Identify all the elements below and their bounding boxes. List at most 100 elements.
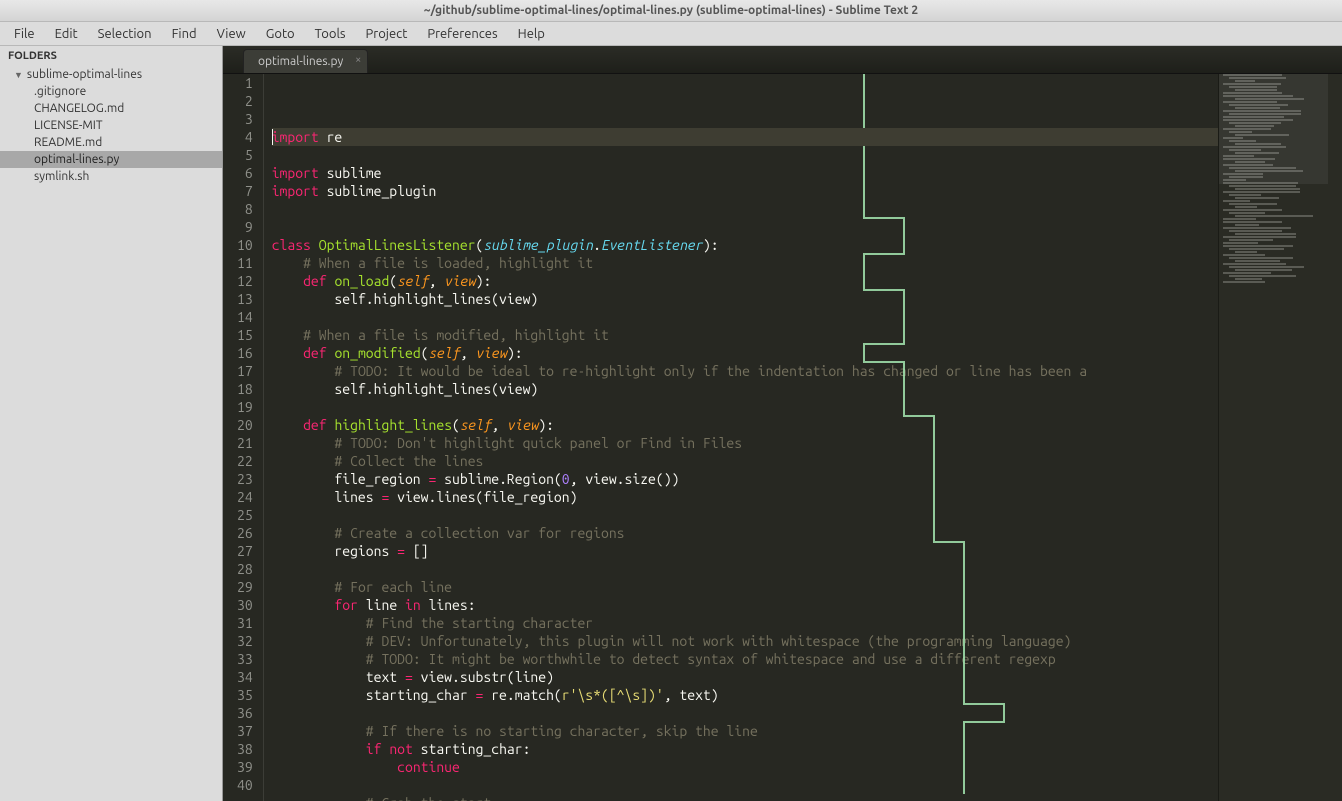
file-item[interactable]: optimal-lines.py [0,151,222,168]
file-item[interactable]: symlink.sh [0,168,222,185]
close-icon[interactable]: × [355,54,361,66]
chevron-down-icon: ▼ [14,70,23,80]
code-line[interactable]: # TODO: It might be worthwhile to detect… [272,650,1218,668]
code-line[interactable]: import sublime [272,164,1218,182]
minimap-line [1229,275,1296,277]
code-line[interactable]: import re [272,128,1218,146]
sidebar-header: FOLDERS [0,46,222,66]
code-line[interactable]: # If there is no starting character, ski… [272,722,1218,740]
vertical-scrollbar[interactable] [1328,74,1342,801]
code-line[interactable]: # TODO: Don't highlight quick panel or F… [272,434,1218,452]
menu-view[interactable]: View [207,24,256,44]
code-line[interactable]: # Find the starting character [272,614,1218,632]
minimap-line [1229,212,1265,214]
code-line[interactable]: if not starting_char: [272,740,1218,758]
code-line[interactable]: starting_char = re.match(r'\s*([^\s])', … [272,686,1218,704]
minimap-line [1229,239,1273,241]
code-line[interactable] [272,218,1218,236]
menu-preferences[interactable]: Preferences [417,24,507,44]
code-line[interactable]: # Collect the lines [272,452,1218,470]
minimap-line [1229,194,1261,196]
minimap-line [1223,242,1258,244]
code-line[interactable] [272,704,1218,722]
menu-find[interactable]: Find [162,24,207,44]
code-line[interactable]: continue [272,758,1218,776]
code-line[interactable]: # When a file is modified, highlight it [272,326,1218,344]
minimap-line [1223,227,1291,229]
code-line[interactable]: self.highlight_lines(view) [272,380,1218,398]
code-line[interactable]: def on_modified(self, view): [272,344,1218,362]
minimap-line [1235,224,1259,226]
code-line[interactable] [272,308,1218,326]
code-line[interactable]: text = view.substr(line) [272,668,1218,686]
line-gutter: 1234567891011121314151617181920212223242… [223,74,264,801]
minimap-line [1229,266,1304,268]
code-line[interactable] [272,560,1218,578]
minimap-line [1235,278,1262,280]
code-line[interactable]: lines = view.lines(file_region) [272,488,1218,506]
minimap-line [1235,197,1279,199]
text-cursor [272,129,273,145]
editor: optimal-lines.py× 1234567891011121314151… [223,46,1342,801]
code-line[interactable]: # Grab the start [272,794,1218,801]
file-item[interactable]: .gitignore [0,83,222,100]
menu-selection[interactable]: Selection [88,24,162,44]
menu-edit[interactable]: Edit [45,24,88,44]
tab[interactable]: optimal-lines.py× [243,49,368,73]
minimap-line [1235,215,1313,217]
menu-project[interactable]: Project [356,24,418,44]
minimap-line [1223,254,1265,256]
code-line[interactable]: # DEV: Unfortunately, this plugin will n… [272,632,1218,650]
code-line[interactable]: # Create a collection var for regions [272,524,1218,542]
code-line[interactable]: def on_load(self, view): [272,272,1218,290]
minimap-line [1223,191,1300,193]
code-text[interactable]: import re import sublimeimport sublime_p… [264,74,1218,801]
minimap-line [1223,236,1296,238]
menu-help[interactable]: Help [508,24,555,44]
code-line[interactable] [272,506,1218,524]
minimap-line [1229,203,1277,205]
minimap-line [1235,188,1300,190]
minimap-line [1223,281,1265,283]
menu-tools[interactable]: Tools [305,24,356,44]
minimap-line [1223,221,1282,223]
code-line[interactable] [272,398,1218,416]
code-line[interactable] [272,776,1218,794]
minimap[interactable] [1218,74,1328,801]
minimap-line [1223,200,1250,202]
code-line[interactable]: file_region = sublime.Region(0, view.siz… [272,470,1218,488]
code-line[interactable]: class OptimalLinesListener(sublime_plugi… [272,236,1218,254]
code-line[interactable]: # For each line [272,578,1218,596]
minimap-line [1223,218,1256,220]
minimap-line [1229,185,1296,187]
menu-file[interactable]: File [4,24,45,44]
code-line[interactable]: for line in lines: [272,596,1218,614]
minimap-line [1235,260,1280,262]
minimap-line [1235,251,1257,253]
minimap-viewport[interactable] [1219,74,1328,184]
code-line[interactable]: # When a file is loaded, highlight it [272,254,1218,272]
minimap-line [1223,245,1293,247]
code-line[interactable] [272,200,1218,218]
code-line[interactable]: regions = [] [272,542,1218,560]
minimap-line [1235,269,1292,271]
file-item[interactable]: CHANGELOG.md [0,100,222,117]
menu-goto[interactable]: Goto [256,24,305,44]
minimap-line [1223,263,1286,265]
minimap-line [1229,230,1282,232]
code-line[interactable]: import sublime_plugin [272,182,1218,200]
code-line[interactable]: self.highlight_lines(view) [272,290,1218,308]
code-line[interactable] [272,146,1218,164]
file-item[interactable]: LICENSE-MIT [0,117,222,134]
minimap-line [1229,257,1293,259]
minimap-line [1223,209,1282,211]
code-line[interactable]: def highlight_lines(self, view): [272,416,1218,434]
code-area[interactable]: 1234567891011121314151617181920212223242… [223,74,1218,801]
folder-root-label: sublime-optimal-lines [27,68,142,81]
menu-bar: FileEditSelectionFindViewGotoToolsProjec… [0,22,1342,46]
window-title: ~/github/sublime-optimal-lines/optimal-l… [0,0,1342,22]
code-line[interactable]: # TODO: It would be ideal to re-highligh… [272,362,1218,380]
file-item[interactable]: README.md [0,134,222,151]
minimap-line [1235,233,1296,235]
folder-root[interactable]: ▼ sublime-optimal-lines [0,66,222,83]
